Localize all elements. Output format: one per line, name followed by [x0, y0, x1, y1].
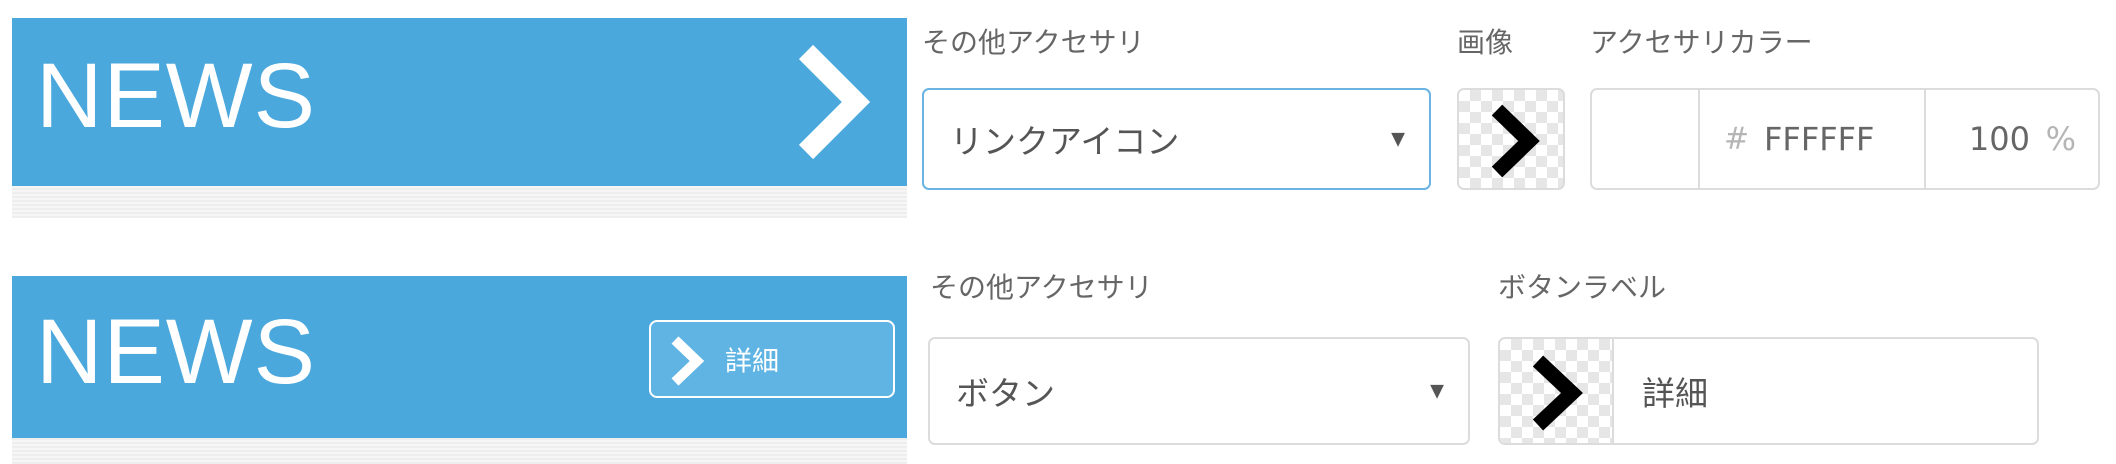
image-picker[interactable] — [1457, 88, 1565, 190]
detail-button-label: 詳細 — [725, 346, 779, 378]
detail-button[interactable]: 詳細 — [649, 320, 895, 398]
chevron-right-icon — [1491, 104, 1540, 178]
accessory-select-value: ボタン — [956, 374, 1055, 413]
banner-shadow-strip — [12, 438, 907, 464]
banner-title: NEWS — [36, 45, 316, 147]
news-banner-preview-link-icon: NEWS — [12, 18, 907, 186]
chevron-right-icon — [798, 44, 871, 160]
hash-prefix: # — [1724, 121, 1750, 157]
accessory-select[interactable]: ボタン ▼ — [928, 337, 1470, 445]
accessory-color-input: # FFFFFF 100 % — [1590, 88, 2100, 190]
button-label-input[interactable]: 詳細 — [1642, 367, 1708, 415]
dropdown-caret-icon: ▼ — [1391, 128, 1405, 150]
accessory-select[interactable]: リンクアイコン ▼ — [922, 88, 1431, 190]
chevron-right-icon — [671, 336, 705, 386]
opacity-input[interactable]: 100 — [1969, 120, 2030, 158]
button-icon-picker[interactable] — [1500, 339, 1612, 443]
accessory-select-value: リンクアイコン — [950, 122, 1180, 161]
divider — [1612, 339, 1614, 443]
button-label-input-group: 詳細 — [1498, 337, 2039, 445]
accessory-label: その他アクセサリ — [930, 271, 1153, 304]
banner-shadow-strip — [12, 186, 907, 218]
chevron-right-icon — [1532, 355, 1583, 431]
button-label-title: ボタンラベル — [1498, 271, 1667, 304]
percent-unit: % — [2045, 120, 2076, 158]
image-label: 画像 — [1457, 26, 1514, 59]
banner-title: NEWS — [36, 301, 316, 403]
accessory-label: その他アクセサリ — [922, 26, 1145, 59]
dropdown-caret-icon: ▼ — [1430, 380, 1444, 402]
divider — [1698, 90, 1700, 188]
color-hex-input[interactable]: FFFFFF — [1764, 120, 1874, 158]
divider — [1924, 90, 1926, 188]
news-banner-preview-button: NEWS 詳細 — [12, 276, 907, 438]
accessory-color-label: アクセサリカラー — [1590, 26, 1813, 59]
color-swatch[interactable] — [1592, 90, 1698, 188]
